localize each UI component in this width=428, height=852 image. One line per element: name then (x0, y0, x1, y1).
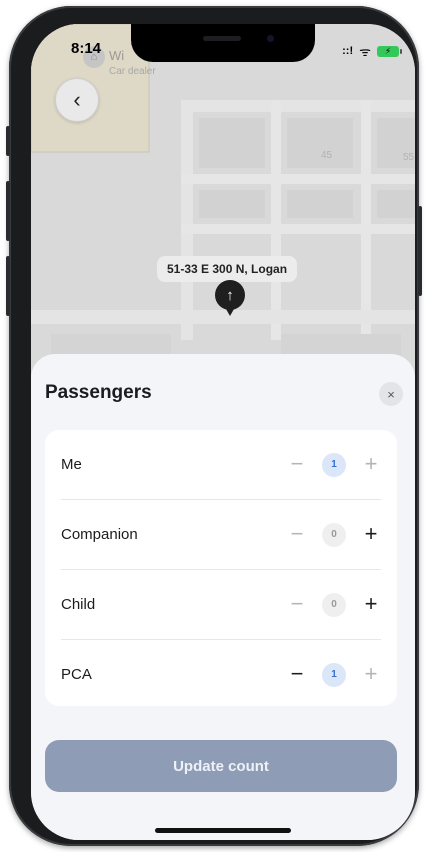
signal-icon: ::! (342, 45, 354, 57)
decrement-button[interactable]: − (287, 588, 307, 620)
battery-icon: ⚡ (377, 45, 402, 57)
close-icon: × (387, 386, 395, 402)
address-label: 51-33 E 300 N, Logan (157, 256, 298, 282)
speaker (203, 36, 241, 41)
passenger-row-companion: Companion − 0 + (45, 500, 397, 570)
notch (131, 24, 315, 62)
sheet-title: Passengers (45, 382, 152, 403)
passengers-sheet: Passengers × Me − 1 + Companion − 0 + Ch… (31, 354, 415, 840)
status-time: 8:14 (71, 40, 102, 57)
chevron-left-icon: ‹ (73, 87, 81, 112)
volume-down-button (6, 256, 10, 316)
passenger-row-pca: PCA − 1 + (45, 640, 397, 710)
passenger-row-me: Me − 1 + (45, 430, 397, 500)
map-block-number: 55 (403, 152, 415, 163)
passenger-count: 1 (322, 453, 346, 477)
decrement-button[interactable]: − (287, 518, 307, 550)
passenger-count: 0 (322, 523, 346, 547)
decrement-button[interactable]: − (287, 448, 307, 480)
status-icons: ::! ᯤ ⚡ (342, 42, 402, 60)
wifi-icon: ᯤ (359, 44, 371, 59)
close-button[interactable]: × (379, 382, 403, 406)
mute-switch (6, 126, 10, 156)
increment-button[interactable]: + (360, 658, 382, 690)
passenger-label: PCA (61, 666, 92, 683)
passenger-row-child: Child − 0 + (45, 570, 397, 640)
increment-button[interactable]: + (360, 448, 382, 480)
map-place-title: Wi (109, 48, 125, 63)
passenger-list: Me − 1 + Companion − 0 + Child − 0 + PCA… (45, 430, 397, 706)
phone-frame: ⌂ Wi Car dealer 45 55 51-33 E 300 N, Log… (6, 6, 422, 846)
location-arrow-pin-icon: ↑ (215, 280, 245, 316)
screen: ⌂ Wi Car dealer 45 55 51-33 E 300 N, Log… (31, 24, 415, 840)
update-count-button[interactable]: Update count (45, 740, 397, 792)
passenger-count: 0 (322, 593, 346, 617)
back-button[interactable]: ‹ (55, 78, 99, 122)
home-indicator (155, 828, 291, 833)
passenger-count: 1 (322, 663, 346, 687)
volume-up-button (6, 181, 10, 241)
passenger-label: Companion (61, 526, 138, 543)
map-block-number: 45 (321, 150, 333, 161)
map-place-subtitle: Car dealer (109, 66, 156, 77)
passenger-label: Me (61, 456, 82, 473)
passenger-label: Child (61, 596, 96, 613)
increment-button[interactable]: + (360, 588, 382, 620)
power-button (418, 206, 422, 296)
increment-button[interactable]: + (360, 518, 382, 550)
front-camera (267, 35, 274, 42)
decrement-button[interactable]: − (287, 658, 307, 690)
